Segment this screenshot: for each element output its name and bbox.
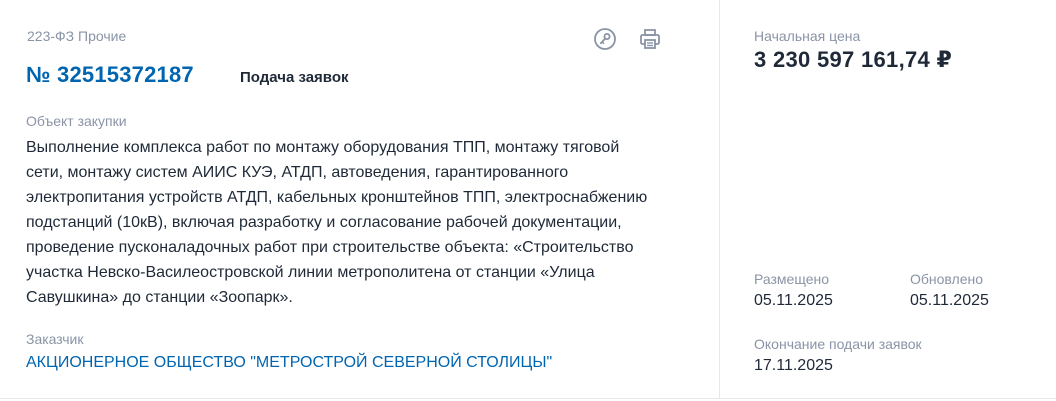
end-date-label: Окончание подачи заявок bbox=[754, 336, 922, 352]
key-icon[interactable] bbox=[593, 27, 617, 51]
object-line: Выполнение комплекса работ по монтажу об… bbox=[26, 139, 620, 156]
purchase-number-link[interactable]: № 32515372187 bbox=[26, 62, 194, 88]
card-tools bbox=[593, 27, 662, 51]
object-description: Выполнение комплекса работ по монтажу об… bbox=[26, 135, 686, 310]
object-line: электропитания устройств АТДП, кабельных… bbox=[26, 189, 648, 206]
updated-date: 05.11.2025 bbox=[910, 292, 989, 309]
object-line: подстанций (10кВ), включая разработку и … bbox=[26, 214, 622, 231]
purchase-side-section: Начальная цена 3 230 597 161,74 ₽ Размещ… bbox=[721, 0, 1056, 398]
end-date: 17.11.2025 bbox=[754, 357, 833, 374]
status-badge: Подача заявок bbox=[240, 69, 349, 86]
price-label: Начальная цена bbox=[754, 28, 861, 44]
law-type-label: 223-ФЗ Прочие bbox=[27, 28, 127, 44]
object-label: Объект закупки bbox=[26, 113, 127, 129]
object-line: проведение пусконаладочных работ при стр… bbox=[26, 239, 634, 256]
updated-label: Обновлено bbox=[910, 271, 984, 287]
placed-label: Размещено bbox=[754, 271, 829, 287]
printer-icon[interactable] bbox=[638, 27, 662, 51]
object-line: сети, монтажу систем АИИС КУЭ, АТДП, авт… bbox=[26, 164, 569, 181]
object-line: участка Невско-Василеостровской линии ме… bbox=[26, 264, 595, 281]
customer-label: Заказчик bbox=[26, 331, 84, 347]
price-value: 3 230 597 161,74 ₽ bbox=[754, 47, 953, 72]
purchase-card: 223-ФЗ Прочие № 32515372187 Подача заяво… bbox=[0, 0, 1056, 399]
customer-link[interactable]: АКЦИОНЕРНОЕ ОБЩЕСТВО "МЕТРОСТРОЙ СЕВЕРНО… bbox=[26, 354, 552, 372]
object-line: Савушкина» до станции «Зоопарк». bbox=[26, 289, 293, 306]
placed-date: 05.11.2025 bbox=[754, 292, 833, 309]
purchase-main-section: 223-ФЗ Прочие № 32515372187 Подача заяво… bbox=[0, 0, 720, 398]
